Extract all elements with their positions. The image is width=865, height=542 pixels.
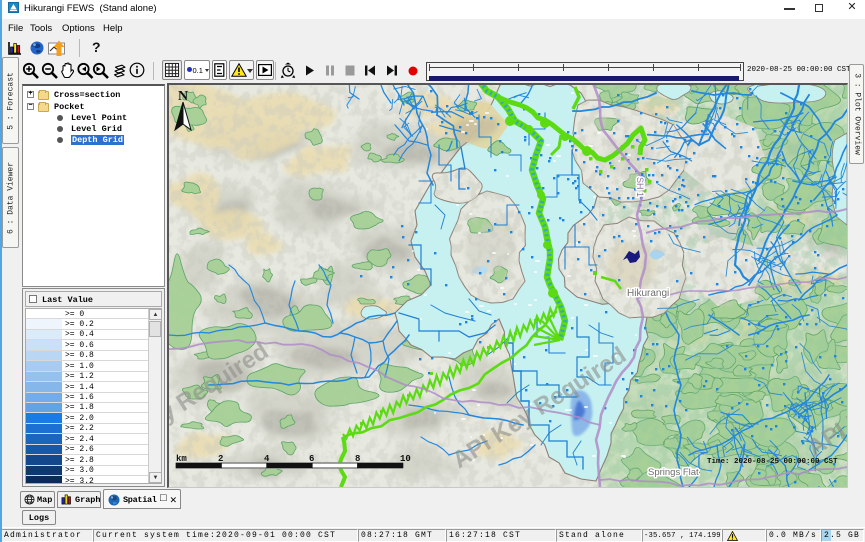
svg-text:SH 1: SH 1 [635,177,645,197]
svg-text:8: 8 [355,454,360,464]
svg-text:4: 4 [264,454,270,464]
svg-text:2: 2 [218,454,223,464]
svg-text:6: 6 [309,454,314,464]
svg-text:Hikurangi: Hikurangi [627,288,669,299]
svg-text:Time: 2020-08-25 00:00:00 CST: Time: 2020-08-25 00:00:00 CST [707,458,838,466]
svg-text:Springs Flat: Springs Flat [648,467,699,478]
svg-text:10: 10 [400,454,411,464]
svg-text:km: km [176,454,187,464]
svg-text:N: N [178,89,188,104]
